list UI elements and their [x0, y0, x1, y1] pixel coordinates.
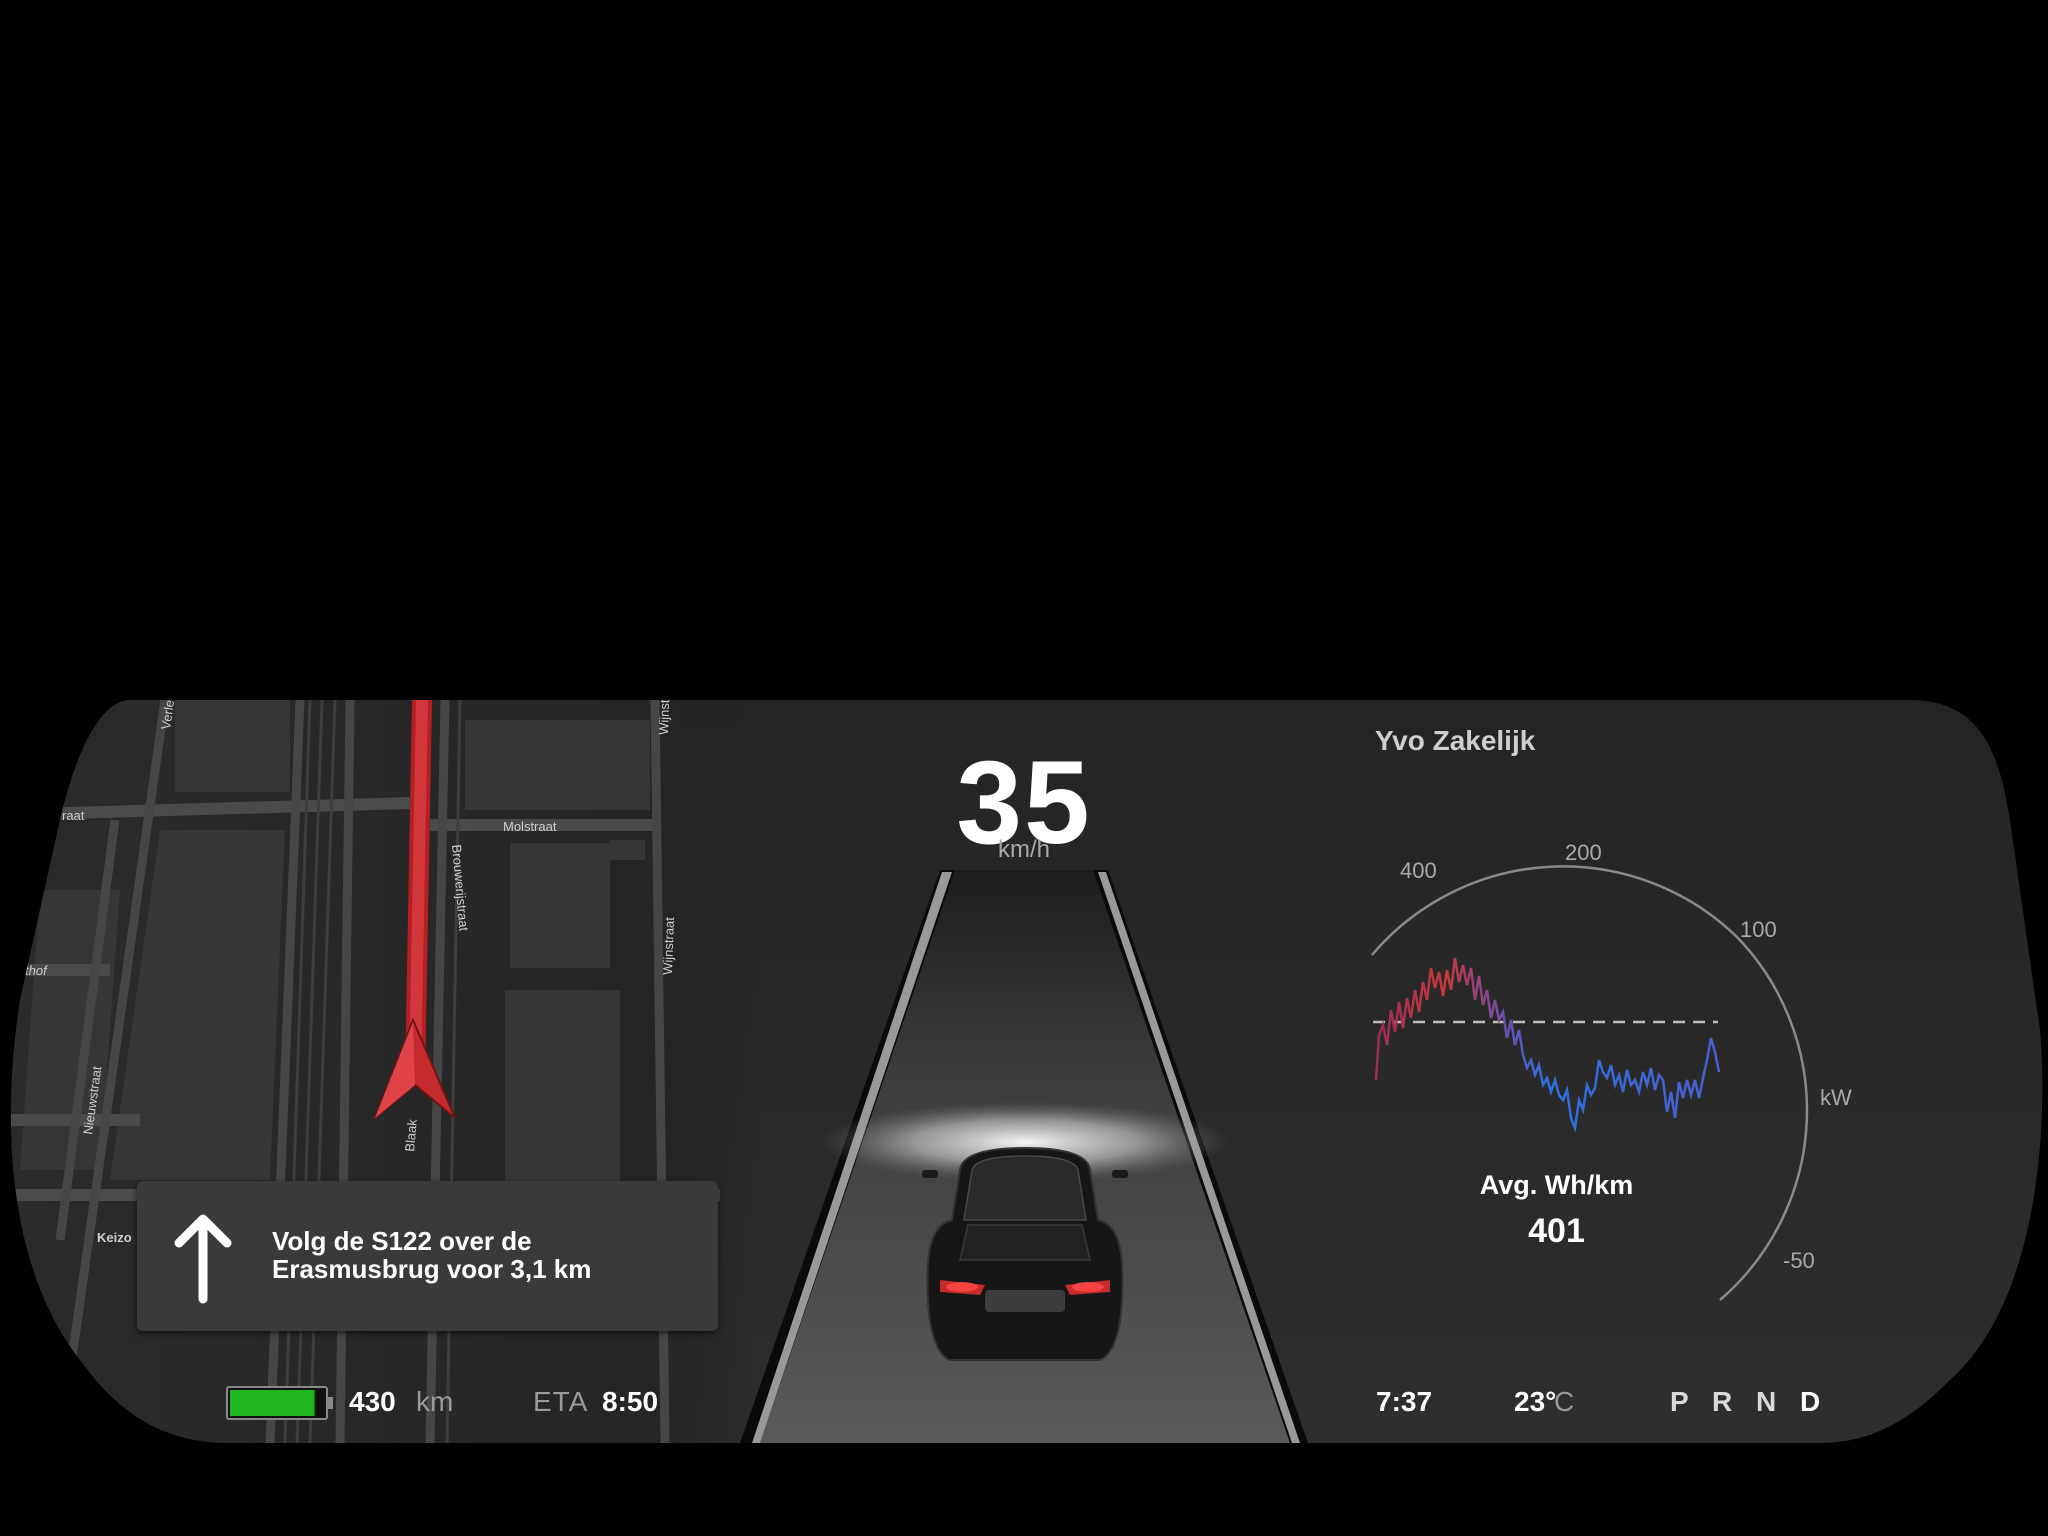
eta-label: ETA [533, 1386, 589, 1417]
gear-d: D [1800, 1386, 1821, 1417]
clock: 7:37 [1376, 1386, 1433, 1417]
energy-tick-label: 100 [1740, 917, 1777, 942]
energy-tick-label: 200 [1565, 840, 1602, 865]
street-label: Keizo [97, 1230, 132, 1245]
gear-p: P [1670, 1386, 1689, 1417]
instrument-cluster: Verle Molstraat Brouwerijstraat Wijnstra… [0, 700, 2048, 1443]
avg-consumption-value: 401 [1528, 1212, 1585, 1250]
street-label: raat [62, 808, 85, 823]
battery-icon [226, 1386, 333, 1420]
energy-tick-label: 400 [1400, 858, 1437, 883]
street-label: thof [25, 963, 48, 978]
range-unit: km [416, 1386, 454, 1417]
temperature-unit: C [1554, 1386, 1575, 1417]
street-label: Wijnstr [656, 700, 672, 735]
driver-profile-name[interactable]: Yvo Zakelijk [1375, 725, 1535, 757]
street-label: Wijnstraat [660, 916, 677, 975]
street-label: Molstraat [503, 819, 557, 834]
avg-consumption-label: Avg. Wh/km [1479, 1170, 1634, 1200]
gear-r: R [1712, 1386, 1733, 1417]
street-label: Blaak [402, 1118, 420, 1152]
arrow-up-icon [174, 1214, 232, 1304]
energy-tick-label: -50 [1783, 1248, 1815, 1273]
gear-n: N [1756, 1386, 1777, 1417]
speed-unit: km/h [997, 836, 1050, 863]
eta-value: 8:50 [602, 1386, 659, 1417]
navigation-instruction-text: Volg de S122 over de Erasmusbrug voor 3,… [272, 1226, 592, 1284]
navigation-instruction-card[interactable]: Volg de S122 over de Erasmusbrug voor 3,… [137, 1181, 718, 1331]
range-value: 430 [349, 1386, 396, 1417]
map-area[interactable]: Verle Molstraat Brouwerijstraat Wijnstra… [0, 700, 760, 1443]
outside-temperature: 23° [1514, 1386, 1557, 1417]
energy-unit-label: kW [1820, 1085, 1852, 1110]
